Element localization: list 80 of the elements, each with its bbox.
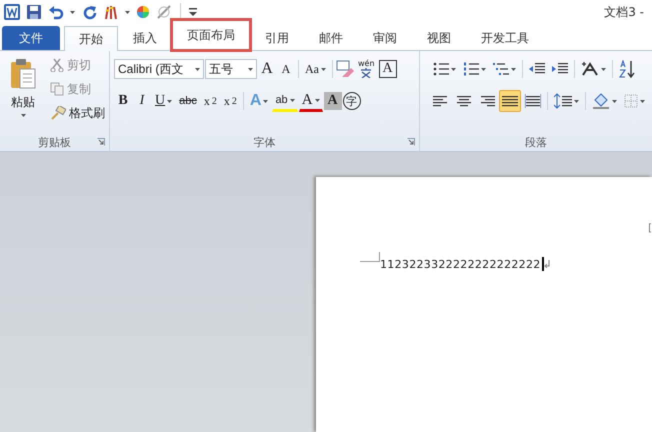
caret-icon[interactable] <box>314 98 320 102</box>
caret-icon[interactable] <box>451 68 456 70</box>
caret-icon[interactable] <box>20 114 26 117</box>
character-shading-button[interactable]: A <box>324 92 342 110</box>
undo-icon[interactable] <box>48 4 64 20</box>
highlight-button[interactable]: ab <box>272 90 298 112</box>
copy-icon <box>50 82 64 96</box>
paragraph-mark-icon <box>544 260 550 268</box>
grow-font-button[interactable]: A <box>258 58 276 80</box>
caret-icon[interactable] <box>195 68 200 70</box>
underline-button[interactable]: U <box>152 90 176 112</box>
ribbon-tab[interactable]: 开始 <box>64 26 118 51</box>
border-grid-icon <box>624 94 638 108</box>
character-icon <box>360 68 372 78</box>
group-label: 字体 <box>254 134 276 150</box>
change-case-button[interactable]: Aa <box>302 58 329 80</box>
shrink-font-button[interactable]: A <box>277 58 295 80</box>
ribbon-tab[interactable]: 插入 <box>118 26 172 50</box>
group-label: 段落 <box>525 134 547 150</box>
caret-icon[interactable] <box>263 100 268 102</box>
paste-button[interactable]: 粘贴 <box>4 55 42 133</box>
dialog-launcher-icon[interactable] <box>407 138 415 146</box>
save-icon[interactable] <box>26 4 42 20</box>
scissors-icon <box>50 58 64 72</box>
caret-icon[interactable] <box>167 100 172 102</box>
line-spacing-icon <box>554 93 572 109</box>
customize-menu-icon[interactable] <box>189 8 197 16</box>
ribbon-tab[interactable]: 邮件 <box>304 26 358 50</box>
file-tab[interactable]: 文件 <box>2 26 60 50</box>
caret-icon[interactable] <box>125 10 130 14</box>
alignment-icon <box>502 93 518 109</box>
sort-icon <box>619 60 635 78</box>
ribbon-tab[interactable]: 审阅 <box>358 26 412 50</box>
clear-format-icon[interactable] <box>336 60 354 78</box>
caret-icon[interactable] <box>321 68 326 70</box>
brushes-icon[interactable] <box>103 4 119 20</box>
margin-corner-mark <box>360 252 380 262</box>
caret-icon[interactable] <box>574 100 579 102</box>
ribbon-tab[interactable]: 页面布局 <box>172 20 250 50</box>
bullet-list-icon <box>433 61 449 77</box>
phonetic-guide-button[interactable]: wén <box>355 58 378 80</box>
margin-note: [ <box>648 223 652 234</box>
alignment-icon <box>525 93 541 109</box>
font-size-field[interactable]: 五号 <box>205 59 257 79</box>
ribbon-tab[interactable]: 开发工具 <box>466 26 544 50</box>
redo-icon[interactable] <box>81 4 97 20</box>
strikethrough-button[interactable]: abc <box>176 90 200 112</box>
justify-button[interactable] <box>499 90 521 112</box>
numbered-list-icon <box>463 61 479 77</box>
group-label: 剪贴板 <box>38 134 71 150</box>
alignment-icon <box>479 93 495 109</box>
window-title: 文档3 - <box>604 4 645 20</box>
letter-icon <box>581 61 599 77</box>
color-wheel-icon[interactable] <box>136 5 150 19</box>
alignment-icon <box>433 93 449 109</box>
dialog-launcher-icon[interactable] <box>97 138 105 146</box>
caret-icon[interactable] <box>511 68 516 70</box>
character-border-button[interactable]: A <box>378 60 397 78</box>
caret-icon[interactable] <box>612 100 617 102</box>
bold-button[interactable]: B <box>114 90 132 112</box>
enclose-characters-button[interactable]: 字 <box>342 92 361 110</box>
clipboard-icon <box>9 57 37 91</box>
caret-icon[interactable] <box>640 100 645 102</box>
font-name-field[interactable]: Calibri (西文 <box>114 59 204 79</box>
multilevel-list-icon <box>493 61 509 77</box>
format-painter-button[interactable]: 格式刷 <box>48 103 107 123</box>
italic-button[interactable]: I <box>133 90 151 112</box>
alignment-icon <box>456 93 472 109</box>
caret-icon[interactable] <box>481 68 486 70</box>
paint-bucket-icon <box>592 93 610 109</box>
caret-icon[interactable] <box>70 10 75 14</box>
text-cursor <box>542 257 544 271</box>
caret-icon[interactable] <box>601 68 606 70</box>
ribbon-tab[interactable]: 引用 <box>250 26 304 50</box>
caret-icon[interactable] <box>248 68 253 70</box>
caret-icon[interactable] <box>290 98 295 102</box>
word-logo-icon[interactable] <box>4 4 20 20</box>
brush-icon <box>50 106 66 120</box>
ribbon-tab[interactable]: 视图 <box>412 26 466 50</box>
document-text: 1123223322222222222222 <box>380 258 541 270</box>
